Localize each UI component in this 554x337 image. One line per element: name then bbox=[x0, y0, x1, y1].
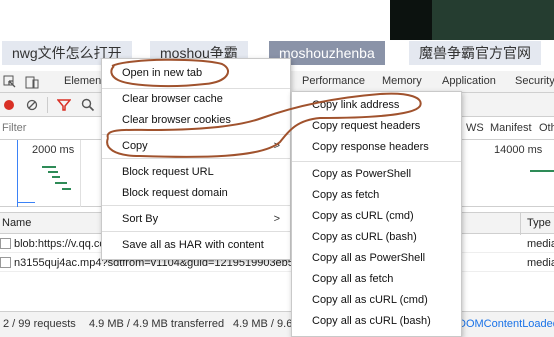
menu-item-block-url[interactable]: Block request URL bbox=[102, 161, 290, 183]
filter-icon[interactable] bbox=[57, 98, 71, 112]
filter-type-other[interactable]: Other bbox=[539, 122, 554, 134]
menu-item-sort-by[interactable]: Sort By > bbox=[102, 208, 290, 230]
inspect-element-icon[interactable] bbox=[3, 75, 17, 89]
submenu-item-copy-all-as-curl-bash[interactable]: Copy all as cURL (bash) bbox=[292, 310, 461, 332]
menu-item-clear-cookies[interactable]: Clear browser cookies bbox=[102, 109, 290, 131]
menu-separator bbox=[102, 205, 290, 206]
request-count: 2 / 99 requests bbox=[3, 318, 76, 330]
menu-separator bbox=[102, 158, 290, 159]
status-bar: 2 / 99 requests 4.9 MB / 4.9 MB transfer… bbox=[0, 311, 554, 337]
menu-item-save-har[interactable]: Save all as HAR with content bbox=[102, 234, 290, 256]
submenu-item-copy-request-headers[interactable]: Copy request headers bbox=[292, 115, 461, 137]
submenu-item-copy-link-address[interactable]: Copy link address bbox=[292, 94, 461, 116]
tab-memory[interactable]: Memory bbox=[382, 75, 422, 87]
record-icon[interactable] bbox=[3, 99, 15, 111]
tab-security[interactable]: Security bbox=[515, 75, 554, 87]
column-name-header[interactable]: Name bbox=[2, 217, 31, 229]
request-type: media bbox=[527, 238, 554, 250]
submenu-item-copy-all-as-powershell[interactable]: Copy all as PowerShell bbox=[292, 247, 461, 269]
resources-size: 4.9 MB / 9.6 bbox=[233, 318, 293, 330]
menu-separator bbox=[102, 231, 290, 232]
timeline-tick-label: 2000 ms bbox=[32, 144, 75, 156]
context-menu: Open in new tab Clear browser cache Clea… bbox=[101, 58, 291, 260]
submenu-item-copy-as-powershell[interactable]: Copy as PowerShell bbox=[292, 163, 461, 185]
menu-item-copy[interactable]: Copy > bbox=[102, 135, 290, 157]
search-icon[interactable] bbox=[81, 98, 95, 112]
filter-type-manifest[interactable]: Manifest bbox=[490, 122, 532, 134]
transferred-size: 4.9 MB / 4.9 MB transferred bbox=[89, 318, 225, 330]
submenu-item-copy-as-curl-bash[interactable]: Copy as cURL (bash) bbox=[292, 226, 461, 248]
submenu-item-copy-response-headers[interactable]: Copy response headers bbox=[292, 136, 461, 158]
dom-content-loaded: DOMContentLoaded: bbox=[458, 318, 554, 330]
copy-submenu: Copy link address Copy request headers C… bbox=[291, 91, 462, 337]
tab-application[interactable]: Application bbox=[442, 75, 496, 87]
chevron-right-icon: > bbox=[273, 213, 280, 225]
submenu-item-copy-as-fetch[interactable]: Copy as fetch bbox=[292, 184, 461, 206]
submenu-item-copy-all-as-fetch[interactable]: Copy all as fetch bbox=[292, 268, 461, 290]
search-chip-4[interactable]: 魔兽争霸官方官网 bbox=[409, 41, 541, 65]
menu-separator bbox=[292, 161, 461, 162]
filter-type-ws[interactable]: WS bbox=[466, 122, 484, 134]
file-icon bbox=[0, 238, 11, 249]
timeline-tick-label: 14000 ms bbox=[494, 144, 543, 156]
clear-icon[interactable] bbox=[26, 99, 38, 111]
menu-item-block-domain[interactable]: Block request domain bbox=[102, 182, 290, 204]
video-thumbnail bbox=[390, 0, 554, 40]
request-type: media bbox=[527, 257, 554, 269]
menu-item-clear-cache[interactable]: Clear browser cache bbox=[102, 88, 290, 110]
submenu-item-copy-all-as-curl-cmd[interactable]: Copy all as cURL (cmd) bbox=[292, 289, 461, 311]
submenu-item-copy-as-curl-cmd[interactable]: Copy as cURL (cmd) bbox=[292, 205, 461, 227]
menu-item-open-new-tab[interactable]: Open in new tab bbox=[102, 62, 290, 84]
file-icon bbox=[0, 257, 11, 268]
column-type-header[interactable]: Type bbox=[527, 217, 551, 229]
request-name: blob:https://v.qq.co bbox=[14, 238, 106, 250]
chevron-right-icon: > bbox=[273, 140, 280, 152]
filter-input[interactable]: Filter bbox=[2, 122, 26, 134]
device-toolbar-icon[interactable] bbox=[25, 75, 39, 89]
tab-performance[interactable]: Performance bbox=[302, 75, 365, 87]
